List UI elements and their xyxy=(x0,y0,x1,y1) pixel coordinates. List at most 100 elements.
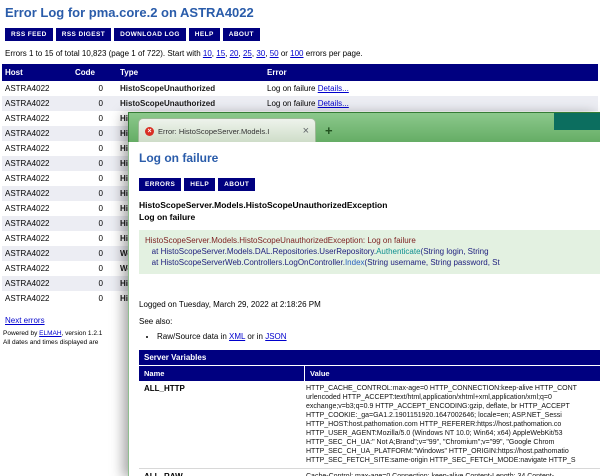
tab-error-icon: × xyxy=(145,127,154,136)
code-cell: 0 xyxy=(72,201,117,216)
value-line: exchange;v=b3;q=0.9 HTTP_ACCEPT_ENCODING… xyxy=(306,402,600,411)
stack-method-index: Index xyxy=(345,258,365,267)
error-message: Log on failure xyxy=(267,99,318,108)
code-cell: 0 xyxy=(72,216,117,231)
server-variable-row: ALL_HTTPHTTP_CACHE_CONTROL:max-age=0 HTT… xyxy=(139,381,600,469)
column-header-code: Code xyxy=(72,64,117,81)
stack-trace: HistoScopeServer.Models.HistoScopeUnauth… xyxy=(139,230,600,274)
code-cell: 0 xyxy=(72,111,117,126)
raw-source-item: Raw/Source data in XML or in JSON xyxy=(157,332,600,341)
elmah-link[interactable]: ELMAH xyxy=(39,330,61,337)
host-cell: ASTRA4022 xyxy=(2,231,72,246)
code-cell: 0 xyxy=(72,141,117,156)
page-size-link-20[interactable]: 20 xyxy=(230,49,239,58)
stack-line-1: HistoScopeServer.Models.HistoScopeUnauth… xyxy=(145,235,600,246)
raw-source-or: or in xyxy=(245,332,265,341)
code-cell: 0 xyxy=(72,261,117,276)
page-size-link-30[interactable]: 30 xyxy=(256,49,265,58)
button-about[interactable]: ABOUT xyxy=(223,28,260,41)
browser-chrome: × Error: HistoScopeServer.Models.I × + xyxy=(128,112,600,142)
next-errors-link[interactable]: Next errors xyxy=(5,316,45,325)
error-cell: Log on failure Details... xyxy=(264,81,598,96)
exception-type: HistoScopeServer.Models.HistoScopeUnauth… xyxy=(139,200,600,210)
value-line: HTTP_USER_AGENT:Mozilla/5.0 (Windows NT … xyxy=(306,429,600,438)
host-cell: ASTRA4022 xyxy=(2,156,72,171)
error-row: ASTRA40220HistoScopeUnauthorizedLog on f… xyxy=(2,96,598,111)
button-rss-digest[interactable]: RSS DIGEST xyxy=(56,28,111,41)
powered-text: Powered by xyxy=(3,330,39,337)
error-message: Log on failure xyxy=(267,84,318,93)
paging-text: Errors 1 to 15 of total 10,823 (page 1 o… xyxy=(5,49,203,58)
paging-suffix: errors per page. xyxy=(304,49,363,58)
chrome-corner xyxy=(554,113,600,130)
server-variables-header: Name Value xyxy=(139,366,600,381)
value-line: HTTP_HOST:host.pathomation.com HTTP_REFE… xyxy=(306,420,600,429)
tab-title: Error: HistoScopeServer.Models.I xyxy=(158,127,299,136)
code-cell: 0 xyxy=(72,126,117,141)
error-detail-window: × Error: HistoScopeServer.Models.I × + L… xyxy=(128,112,600,476)
details-link[interactable]: Details... xyxy=(318,99,349,108)
button-errors[interactable]: ERRORS xyxy=(139,178,181,191)
button-help[interactable]: HELP xyxy=(189,28,220,41)
stack-line-2-text: at HistoScopeServer.Models.DAL.Repositor… xyxy=(145,247,376,256)
paging-line: Errors 1 to 15 of total 10,823 (page 1 o… xyxy=(5,49,363,58)
server-variables-caption: Server Variables xyxy=(139,350,600,365)
host-cell: ASTRA4022 xyxy=(2,216,72,231)
code-cell: 0 xyxy=(72,81,117,96)
code-cell: 0 xyxy=(72,96,117,111)
button-rss-feed[interactable]: RSS FEED xyxy=(5,28,53,41)
column-header-type: Type xyxy=(117,64,264,81)
stack-line-2: at HistoScopeServer.Models.DAL.Repositor… xyxy=(145,246,600,257)
code-cell: 0 xyxy=(72,291,117,306)
details-link[interactable]: Details... xyxy=(318,84,349,93)
page-size-link-15[interactable]: 15 xyxy=(216,49,225,58)
button-about[interactable]: ABOUT xyxy=(218,178,255,191)
variable-name: ALL_RAW xyxy=(139,469,304,476)
page-size-link-100[interactable]: 100 xyxy=(290,49,303,58)
page-size-link-25[interactable]: 25 xyxy=(243,49,252,58)
table-header-row: Host Code Type Error xyxy=(2,64,598,81)
value-line: HTTP_SEC_CH_UA_PLATFORM:"Windows" HTTP_O… xyxy=(306,447,600,456)
code-cell: 0 xyxy=(72,231,117,246)
raw-source-text: Raw/Source data in xyxy=(157,332,229,341)
stack-line-3-args: (String username, String password, St xyxy=(365,258,500,267)
host-cell: ASTRA4022 xyxy=(2,276,72,291)
host-cell: ASTRA4022 xyxy=(2,291,72,306)
code-cell: 0 xyxy=(72,171,117,186)
page-size-link-50[interactable]: 50 xyxy=(270,49,279,58)
host-cell: ASTRA4022 xyxy=(2,246,72,261)
powered-version: , version 1.2.1 xyxy=(62,330,103,337)
value-line: HTTP_SEC_FETCH_SITE:same-origin HTTP_SEC… xyxy=(306,456,600,465)
error-cell: Log on failure Details... xyxy=(264,96,598,111)
button-download-log[interactable]: DOWNLOAD LOG xyxy=(114,28,186,41)
button-help[interactable]: HELP xyxy=(184,178,215,191)
tab-close-icon[interactable]: × xyxy=(303,126,309,137)
host-cell: ASTRA4022 xyxy=(2,201,72,216)
powered-by-note: Powered by ELMAH, version 1.2.1 xyxy=(3,330,127,337)
new-tab-button[interactable]: + xyxy=(325,123,333,139)
error-detail-page: Log on failure ERRORSHELPABOUT HistoScop… xyxy=(128,142,600,476)
exception-message: Log on failure xyxy=(139,212,600,222)
xml-link[interactable]: XML xyxy=(229,332,245,341)
code-cell: 0 xyxy=(72,156,117,171)
see-also-label: See also: xyxy=(139,317,600,326)
server-variable-row: ALL_RAWCache-Control: max-age=0 Connecti… xyxy=(139,469,600,476)
browser-tab[interactable]: × Error: HistoScopeServer.Models.I × xyxy=(138,118,316,143)
host-cell: ASTRA4022 xyxy=(2,171,72,186)
stack-line-2-args: (String login, String xyxy=(421,247,491,256)
page-size-link-10[interactable]: 10 xyxy=(203,49,212,58)
error-row: ASTRA40220HistoScopeUnauthorizedLog on f… xyxy=(2,81,598,96)
json-link[interactable]: JSON xyxy=(265,332,286,341)
name-column-header: Name xyxy=(139,366,304,381)
page-title: Error Log for pma.core.2 on ASTRA4022 xyxy=(5,5,254,20)
value-line: Cache-Control: max-age=0 Connection: kee… xyxy=(306,472,600,476)
host-cell: ASTRA4022 xyxy=(2,81,72,96)
value-line: HTTP_COOKIE:_ga=GA1.2.1901151920.1647002… xyxy=(306,411,600,420)
type-cell: HistoScopeUnauthorized xyxy=(117,96,264,111)
code-cell: 0 xyxy=(72,276,117,291)
dates-note: All dates and times displayed are xyxy=(3,339,127,346)
page-toolbar: RSS FEEDRSS DIGESTDOWNLOAD LOGHELPABOUT xyxy=(5,28,260,41)
host-cell: ASTRA4022 xyxy=(2,96,72,111)
server-variables-table: Server Variables Name Value ALL_HTTPHTTP… xyxy=(139,350,600,476)
value-column-header: Value xyxy=(305,366,600,381)
